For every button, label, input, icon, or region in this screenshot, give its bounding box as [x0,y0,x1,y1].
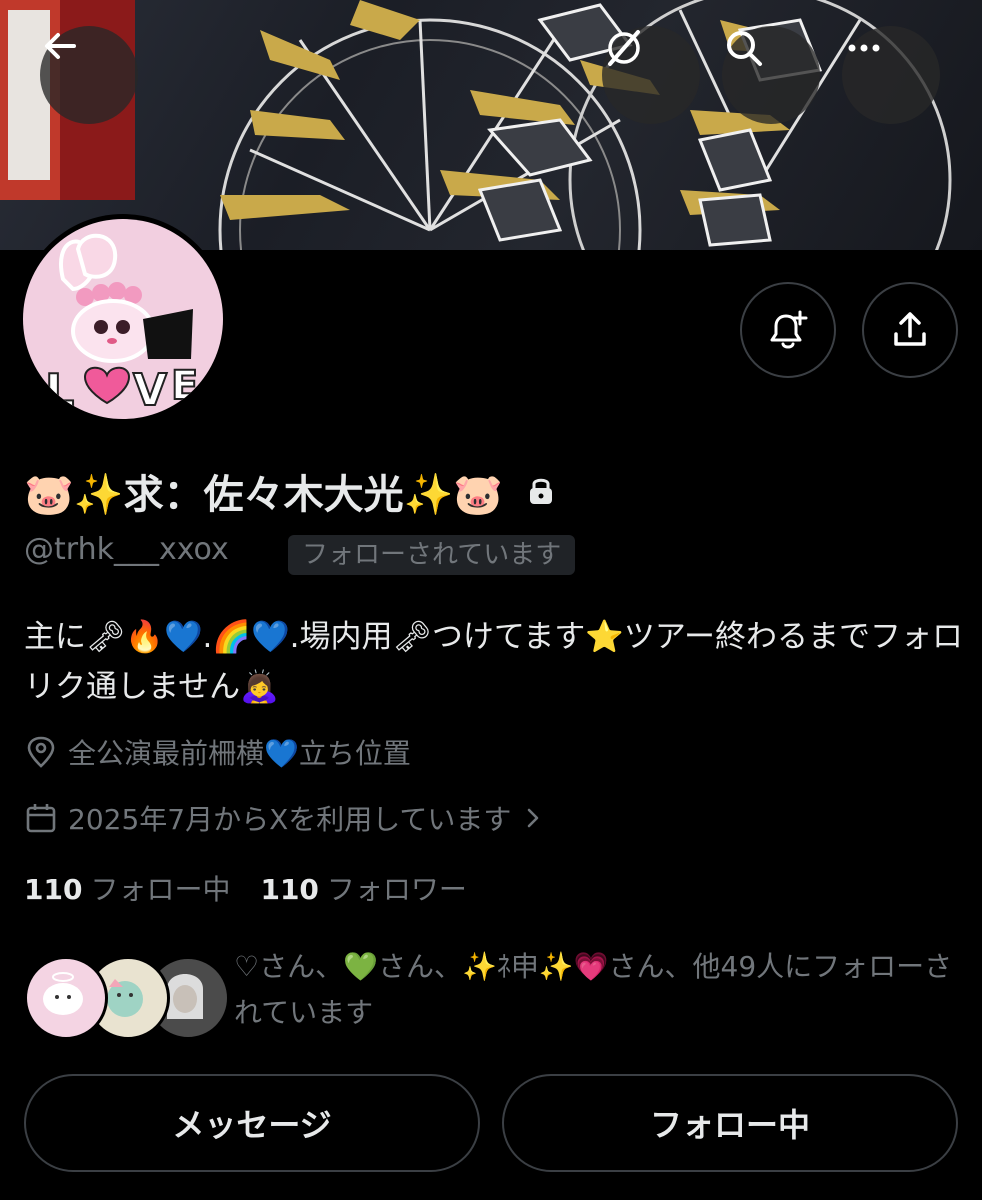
display-name: 🐷✨求：佐々木大光✨🐷 [24,472,504,518]
search-icon [727,31,762,66]
message-button[interactable]: メッセージ [24,1074,480,1172]
mutual-avatar-1 [24,956,108,1040]
followers-count: 110 [260,873,319,906]
location-text: 全公演最前柵横💙立ち位置 [68,737,411,770]
lock-icon [530,478,553,504]
following-count: 110 [24,873,83,906]
arrow-left-icon [45,33,76,59]
header-banner-image[interactable] [0,0,982,250]
followers-count-link[interactable]: 110 フォロワー [260,868,466,908]
more-button[interactable] [842,26,940,124]
location-pin-icon [27,736,55,768]
message-button-label: メッセージ [172,1106,332,1144]
followed-by-avatars[interactable] [24,956,230,1040]
grok-icon [608,30,640,66]
calendar-icon [26,804,56,833]
joined-row[interactable]: 2025年7月からXを利用しています [24,798,545,838]
more-dots-icon [848,44,880,52]
share-button[interactable] [862,282,958,378]
follow-counts: 110 フォロー中 110 フォロワー [24,868,467,908]
followers-label: フォロワー [326,873,467,906]
following-count-link[interactable]: 110 フォロー中 [24,868,230,908]
grok-button[interactable] [602,26,700,124]
bell-plus-icon [770,310,808,349]
svg-text:E: E [171,363,198,409]
share-icon [894,312,926,346]
following-button-label: フォロー中 [649,1106,810,1144]
back-button[interactable] [40,26,138,124]
chevron-right-icon [528,808,539,828]
search-button[interactable] [722,26,820,124]
display-name-row: 🐷✨求：佐々木大光✨🐷 [24,462,559,520]
svg-text:V: V [133,365,167,416]
user-handle: @trhk___xxox [24,532,229,567]
notifications-button[interactable] [740,282,836,378]
avatar-image: L V E [23,219,223,419]
location-row: 全公演最前柵横💙立ち位置 [24,732,411,772]
followed-by-text[interactable]: ♡さん、💚さん、✨ﾈ申✨💗さん、他49人にフォローされています [234,944,964,1036]
joined-text: 2025年7月からXを利用しています [68,803,512,836]
following-button[interactable]: フォロー中 [502,1074,958,1172]
follows-you-badge: フォローされています [288,535,576,575]
following-label: フォロー中 [90,873,231,906]
svg-text:L: L [45,364,74,418]
profile-bio: 主に🗝🔥💙.🌈💙.場内用🗝つけてます⭐️ツアー終わるまでフォロリク通しません🙇‍… [24,619,963,705]
profile-avatar[interactable]: L V E [18,214,228,424]
banner-ferris-wheel [0,0,952,250]
